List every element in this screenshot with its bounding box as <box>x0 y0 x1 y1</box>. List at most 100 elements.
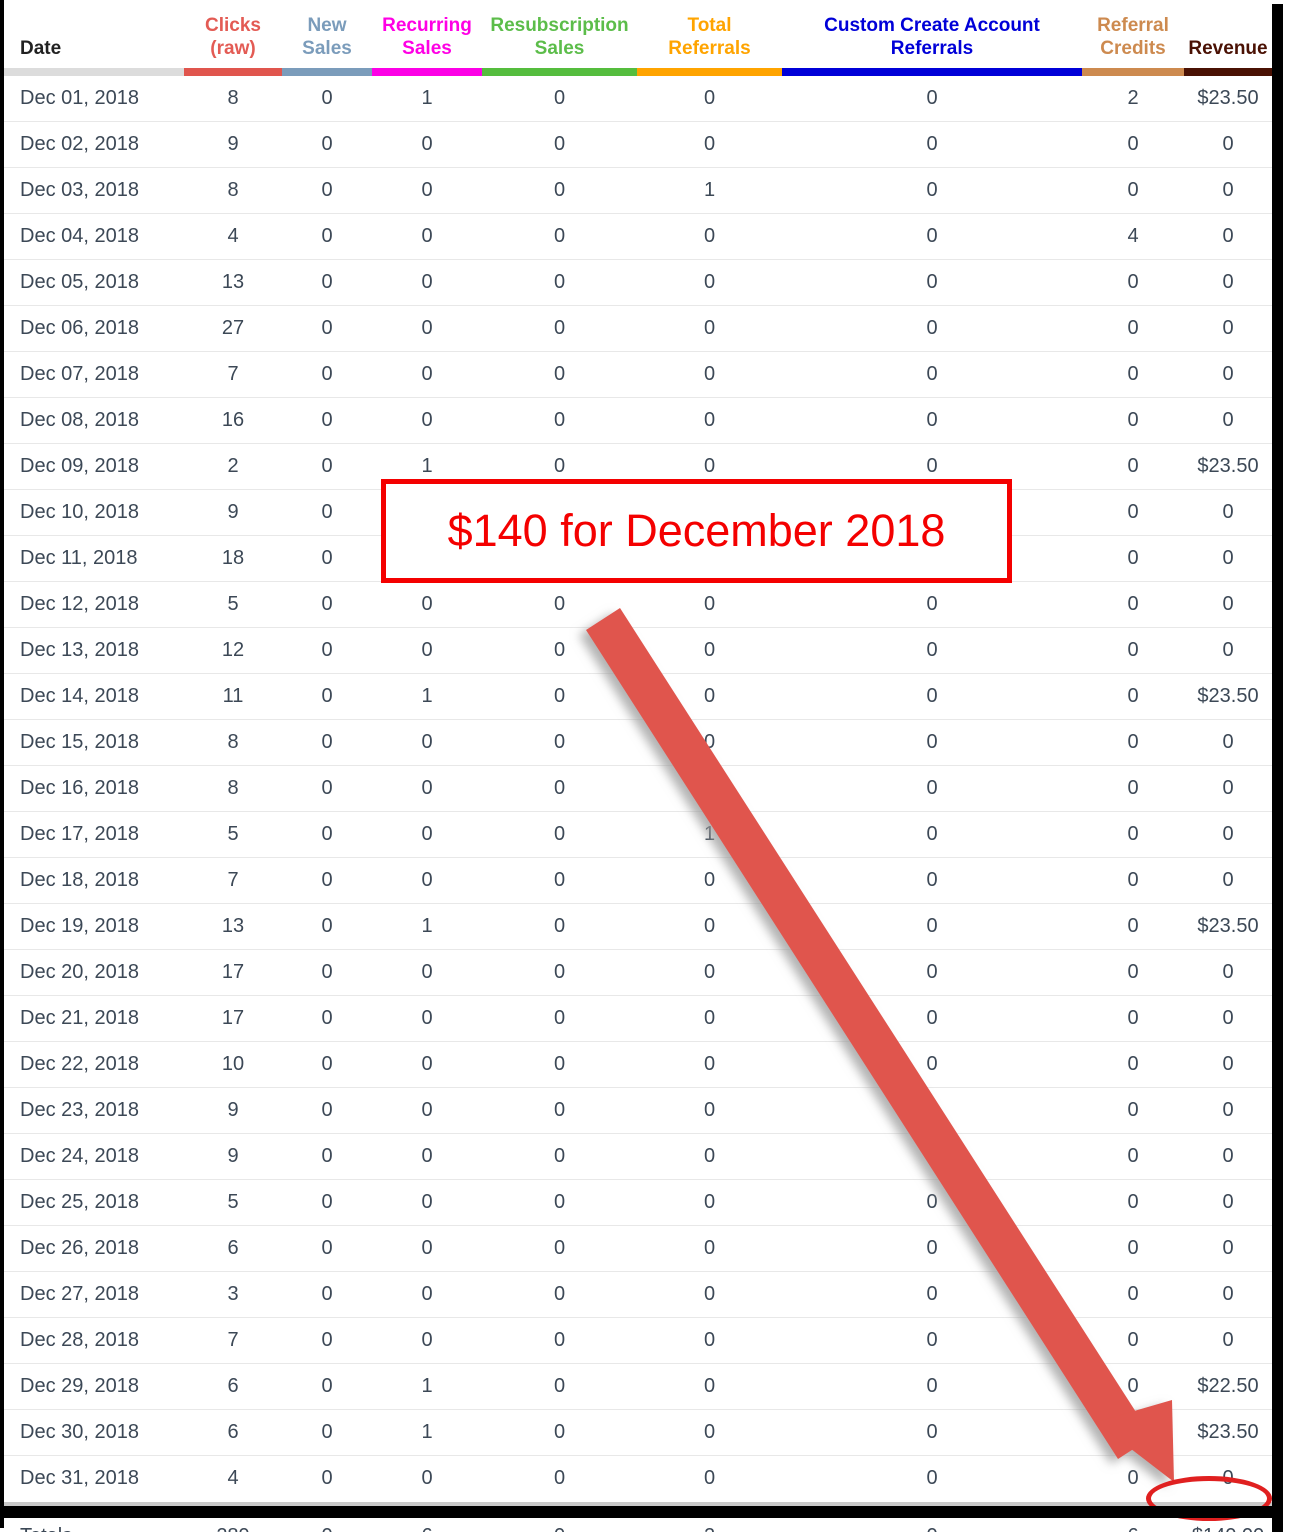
cell-clicks: 8 <box>184 765 282 812</box>
cell-custom-create-account-referrals: 0 <box>782 351 1082 398</box>
column-header-clicks[interactable]: Clicks (raw) <box>184 0 282 68</box>
cell-referral-credits: 0 <box>1082 443 1184 490</box>
cell-revenue: 0 <box>1184 765 1272 812</box>
column-header-new-sales-line-1: New <box>307 15 347 36</box>
cell-new-sales: 0 <box>282 995 372 1042</box>
color-bar-new-sales <box>282 68 372 76</box>
cell-resubscription-sales: 0 <box>482 949 637 996</box>
column-header-new-sales[interactable]: New Sales <box>282 0 372 68</box>
cell-custom-create-account-referrals: 0 <box>782 1363 1082 1410</box>
cell-date: Dec 12, 2018 <box>4 581 184 628</box>
cell-referral-credits: 0 <box>1082 949 1184 996</box>
cell-recurring-sales: 0 <box>372 1087 482 1134</box>
cell-new-sales: 0 <box>282 857 372 904</box>
cell-total-referrals: 0 <box>637 1225 782 1272</box>
cell-referral-credits: 0 <box>1082 121 1184 168</box>
cell-total-referrals: 0 <box>637 489 782 536</box>
column-header-date[interactable]: Date <box>4 0 184 68</box>
column-header-recurring-sales[interactable]: Recurring Sales <box>372 0 482 68</box>
column-header-total-referrals[interactable]: Total Referrals <box>637 0 782 68</box>
cell-referral-credits: 0 <box>1082 719 1184 766</box>
cell-referral-credits: 0 <box>1082 1363 1184 1410</box>
column-header-custom-create-account-referrals[interactable]: Custom Create Account Referrals <box>782 0 1082 68</box>
cell-new-sales: 0 <box>282 121 372 168</box>
cell-clicks: 7 <box>184 351 282 398</box>
cell-revenue: $22.50 <box>1184 1363 1272 1410</box>
cell-custom-create-account-referrals: 0 <box>782 995 1082 1042</box>
cell-clicks: 3 <box>184 1271 282 1318</box>
cell-revenue: 0 <box>1184 719 1272 766</box>
cell-recurring-sales: 0 <box>372 581 482 628</box>
cell-referral-credits: 0 <box>1082 1041 1184 1088</box>
cell-revenue: 0 <box>1184 121 1272 168</box>
column-header-recurring-sales-line-1: Recurring <box>382 15 472 36</box>
cell-revenue: 0 <box>1184 305 1272 352</box>
column-header-referral-credits[interactable]: Referral Credits <box>1082 0 1184 68</box>
cell-custom-create-account-referrals: 0 <box>782 1087 1082 1134</box>
color-bar-revenue <box>1184 68 1272 76</box>
cell-revenue: $23.50 <box>1184 903 1272 950</box>
cell-date: Dec 25, 2018 <box>4 1179 184 1226</box>
color-bar-resubscription-sales <box>482 68 637 76</box>
cell-referral-credits: 0 <box>1082 1409 1184 1456</box>
cell-referral-credits: 0 <box>1082 811 1184 858</box>
cell-total-referrals: 0 <box>703 87 716 109</box>
cell-total-referrals: 0 <box>637 1317 782 1364</box>
cell-new-sales: 0 <box>282 1087 372 1134</box>
cell-recurring-sales: 1 <box>372 443 482 490</box>
cell-clicks: 6 <box>184 1363 282 1410</box>
column-header-date-line-1: Date <box>20 38 62 59</box>
table-row: Dec 29, 2018 6 0 1 0 0 0 0 $22.50 <box>4 1363 1272 1410</box>
cell-referral-credits: 0 <box>1082 903 1184 950</box>
cell-total-referrals: 0 <box>637 627 782 674</box>
cell-recurring-sales: 0 <box>372 719 482 766</box>
cell-total-referrals: 0 <box>637 305 782 352</box>
column-header-referral-credits-line-2: Credits <box>1100 38 1166 59</box>
cell-revenue: 0 <box>1184 535 1272 582</box>
cell-custom-create-account-referrals: 0 <box>782 765 1082 812</box>
column-header-revenue[interactable]: Revenue <box>1184 0 1272 68</box>
cell-new-sales: 0 <box>282 1179 372 1226</box>
cell-new-sales: 0 <box>282 1455 372 1501</box>
cell-recurring-sales: 0 <box>372 397 482 444</box>
cell-total-referrals: 0 <box>637 903 782 950</box>
color-bar-referral-credits <box>1082 68 1184 76</box>
cell-revenue: 0 <box>1184 1041 1272 1088</box>
cell-revenue: 0 <box>1184 995 1272 1042</box>
cell-referral-credits: 0 <box>1082 1455 1184 1501</box>
color-bar-clicks <box>184 68 282 76</box>
cell-date: Dec 20, 2018 <box>4 949 184 996</box>
table-row: Dec 27, 2018 3 0 0 0 0 0 0 0 <box>4 1271 1272 1318</box>
column-header-clicks-line-1: Clicks <box>205 15 261 36</box>
cell-custom-create-account-referrals: 0 <box>782 1455 1082 1501</box>
cell-clicks: 18 <box>184 535 282 582</box>
cell-clicks: 27 <box>184 305 282 352</box>
cell-new-sales: 0 <box>282 1363 372 1410</box>
cell-custom-create-account-referrals: 0 <box>782 1041 1082 1088</box>
header-row: Date Clicks (raw) New Sales Recurring Sa… <box>4 0 1272 68</box>
cell-resubscription-sales: 0 <box>482 489 637 536</box>
cell-date: Dec 23, 2018 <box>4 1087 184 1134</box>
cell-custom-create-account-referrals: 0 <box>782 719 1082 766</box>
cell-resubscription-sales: 0 <box>482 673 637 720</box>
cell-recurring-sales: 0 <box>372 535 482 582</box>
cell-recurring-sales: 0 <box>372 167 482 214</box>
cell-recurring-sales: 1 <box>372 1409 482 1456</box>
cell-recurring-sales: 0 <box>372 811 482 858</box>
cell-date: Dec 29, 2018 <box>4 1363 184 1410</box>
table-row: Dec 06, 2018 27 0 0 0 0 0 0 0 <box>4 305 1272 352</box>
column-header-resubscription-sales[interactable]: Resubscription Sales <box>482 0 637 68</box>
cell-resubscription-sales: 0 <box>482 351 637 398</box>
table-row: Dec 11, 2018 18 0 0 0 0 0 0 0 <box>4 535 1272 582</box>
cell-custom-create-account-referrals: 0 <box>782 673 1082 720</box>
cell-recurring-sales: 1 <box>372 1363 482 1410</box>
cell-total-referrals: 0 <box>637 1409 782 1456</box>
cell-custom-create-account-referrals: 0 <box>782 581 1082 628</box>
column-header-custom-line-2: Referrals <box>890 38 974 59</box>
cell-recurring-sales: 0 <box>372 121 482 168</box>
cell-referral-credits: 0 <box>1082 1271 1184 1318</box>
cell-referral-credits: 0 <box>1082 489 1184 536</box>
cell-custom-create-account-referrals: 0 <box>782 489 1082 536</box>
cell-recurring-sales: 0 <box>372 1041 482 1088</box>
window-frame-right <box>1272 4 1283 1532</box>
